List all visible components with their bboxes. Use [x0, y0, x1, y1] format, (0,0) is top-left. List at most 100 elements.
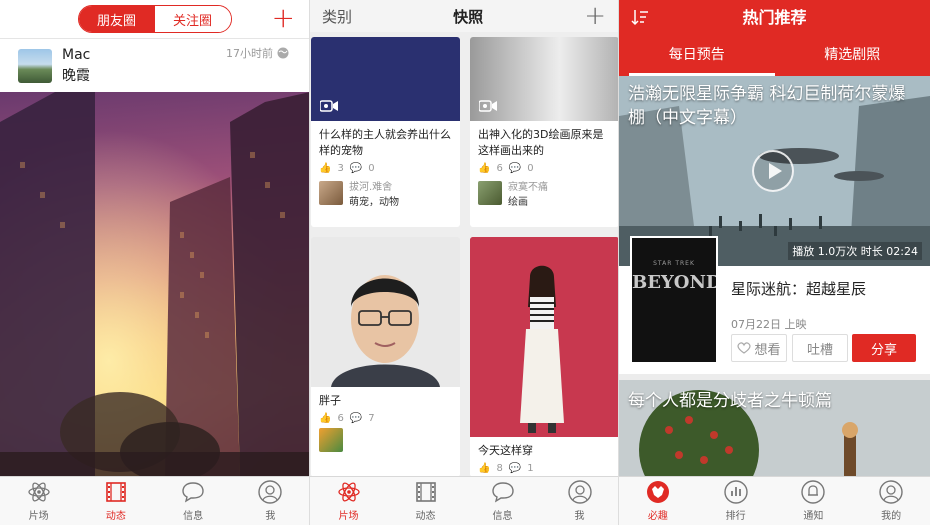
- post-time: 17小时前: [226, 45, 289, 61]
- comment-count: 0: [527, 163, 534, 174]
- card-meta: 👍 8 💬 1: [470, 459, 618, 477]
- comment-icon[interactable]: 💬: [509, 463, 521, 474]
- top-tabs: 每日预告 精选剧照: [619, 32, 930, 76]
- person-icon: [879, 480, 903, 504]
- tab-xinxi[interactable]: 信息: [155, 477, 232, 525]
- play-icon[interactable]: [752, 150, 794, 192]
- thumbs-up-icon[interactable]: 👍: [478, 163, 490, 174]
- snapshot-card[interactable]: 胖子 👍 6 💬 7: [311, 237, 460, 477]
- tab-paihang[interactable]: 排行: [697, 477, 775, 525]
- video-camera-icon: [320, 100, 338, 112]
- card-meta: 👍 3 💬 0: [311, 159, 460, 178]
- comment-count: 1: [527, 463, 534, 474]
- bottom-tab-bar: 片场 动态 信息 我: [0, 476, 309, 525]
- bar-chart-icon: [723, 480, 748, 504]
- tab-label: 片场: [28, 511, 49, 522]
- tab-label: 通知: [803, 511, 824, 522]
- globe-icon: [277, 47, 289, 59]
- video-card[interactable]: 每个人都是分歧者之牛顿篇: [619, 380, 930, 476]
- sunset-buildings-illustration: [0, 92, 309, 476]
- bottom-tab-bar: 片场 动态 信息 我: [310, 476, 618, 525]
- snapshots-header: 类别 快照 +: [310, 0, 618, 32]
- comment-icon[interactable]: 💬: [350, 413, 362, 424]
- author-tags: 萌宠，动物: [349, 197, 399, 208]
- film-icon: [104, 480, 128, 504]
- tab-label: 必趣: [647, 511, 668, 522]
- tab-label: 我: [574, 511, 585, 522]
- tab-dongtai[interactable]: 动态: [77, 477, 154, 525]
- poster-top-text: STAR TREK: [653, 260, 695, 267]
- like-count: 8: [496, 463, 503, 474]
- tab-biqu[interactable]: 必趣: [619, 477, 697, 525]
- tab-wode[interactable]: 我的: [852, 477, 930, 525]
- thumbs-up-icon[interactable]: 👍: [319, 413, 331, 424]
- movie-title: 星际迷航：超越星辰: [731, 280, 867, 298]
- page-title: 快照: [453, 7, 484, 26]
- comment-count: 0: [368, 163, 375, 174]
- tab-pianchang[interactable]: 片场: [310, 477, 387, 525]
- tab-label: 动态: [105, 511, 126, 522]
- comment-count: 7: [368, 413, 375, 424]
- tab-wo[interactable]: 我: [232, 477, 309, 525]
- post-time-text: 17小时前: [226, 47, 273, 60]
- thumbs-up-icon[interactable]: 👍: [319, 163, 331, 174]
- card-title: 出神入化的3D绘画原来是这样画出来的: [478, 128, 604, 157]
- tab-label: 动态: [415, 511, 436, 522]
- like-count: 6: [496, 163, 503, 174]
- tab-daily-trailer[interactable]: 每日预告: [619, 32, 775, 76]
- card-author[interactable]: 拔河.难舍 萌宠，动物: [311, 178, 460, 208]
- card-thumbnail: [470, 237, 618, 437]
- friends-circle-tab[interactable]: 朋友圈: [78, 6, 155, 32]
- card-title: 胖子: [319, 394, 341, 407]
- snapshot-card[interactable]: 今天这样穿 👍 8 💬 1: [470, 237, 618, 477]
- tab-selected-stills[interactable]: 精选剧照: [775, 32, 930, 76]
- comment-icon[interactable]: 💬: [350, 163, 362, 174]
- person-icon: [258, 480, 283, 504]
- card-meta: 👍 6 💬 7: [311, 409, 460, 428]
- fox-icon: [646, 480, 670, 504]
- movie-poster[interactable]: STAR TREK BEYOND: [630, 236, 718, 364]
- movie-info-card: STAR TREK BEYOND 星际迷航：超越星辰 07月22日 上映 想看 …: [619, 236, 930, 374]
- girl-outfit-illustration: [470, 237, 618, 437]
- share-button[interactable]: 分享: [852, 334, 916, 362]
- recommend-header: 热门推荐: [619, 0, 930, 32]
- circle-segment-control: 朋友圈 关注圈: [77, 5, 232, 33]
- bottom-tab-bar: 必趣 排行 通知 我的: [619, 476, 930, 525]
- tab-dongtai[interactable]: 动态: [387, 477, 464, 525]
- author-name: 拔河.难舍: [349, 182, 393, 193]
- card-author[interactable]: 寂寞不痛 绘画: [470, 178, 618, 208]
- tucao-button[interactable]: 吐槽: [792, 334, 848, 362]
- portrait-illustration: [311, 237, 460, 387]
- bell-icon: [801, 480, 826, 504]
- tab-pianchang[interactable]: 片场: [0, 477, 77, 525]
- post-caption: 晚霞: [62, 67, 90, 84]
- want-to-watch-button[interactable]: 想看: [731, 334, 787, 362]
- add-post-icon[interactable]: +: [272, 4, 295, 32]
- sort-icon[interactable]: [631, 8, 649, 26]
- video-title: 浩瀚无限星际争霸 科幻巨制荷尔蒙爆棚（中文字幕）: [628, 84, 906, 128]
- tab-wo[interactable]: 我: [541, 477, 618, 525]
- card-author[interactable]: [311, 428, 460, 452]
- follow-circle-tab[interactable]: 关注圈: [154, 6, 231, 32]
- heart-icon: [737, 342, 751, 354]
- card-thumbnail: [311, 37, 460, 121]
- tab-xinxi[interactable]: 信息: [464, 477, 541, 525]
- add-icon[interactable]: +: [584, 3, 606, 29]
- snapshot-card[interactable]: 什么样的主人就会养出什么样的宠物 👍 3 💬 0 拔河.难舍 萌宠，动物: [311, 37, 460, 227]
- snapshot-card[interactable]: 出神入化的3D绘画原来是这样画出来的 👍 6 💬 0 寂寞不痛 绘画: [470, 37, 618, 227]
- video-camera-icon: [479, 100, 497, 112]
- comment-icon[interactable]: 💬: [509, 163, 521, 174]
- tab-tongzhi[interactable]: 通知: [775, 477, 853, 525]
- card-meta: 👍 6 💬 0: [470, 159, 618, 178]
- snapshots-screen: 类别 快照 + 什么样的主人就会养出什么样的宠物 👍 3 💬 0 拔河.难舍 萌宠，…: [310, 0, 619, 525]
- avatar: [478, 181, 502, 205]
- post-username[interactable]: Mac: [62, 47, 90, 63]
- tab-label: 片场: [338, 511, 359, 522]
- category-button[interactable]: 类别: [322, 6, 352, 27]
- post-photo[interactable]: [0, 92, 309, 476]
- moments-screen: 朋友圈 关注圈 + Mac 晚霞 17小时前 片场 动态 信息 我: [0, 0, 310, 525]
- release-date: 07月22日 上映: [731, 318, 807, 331]
- avatar[interactable]: [18, 48, 52, 83]
- like-count: 6: [337, 413, 344, 424]
- thumbs-up-icon[interactable]: 👍: [478, 463, 490, 474]
